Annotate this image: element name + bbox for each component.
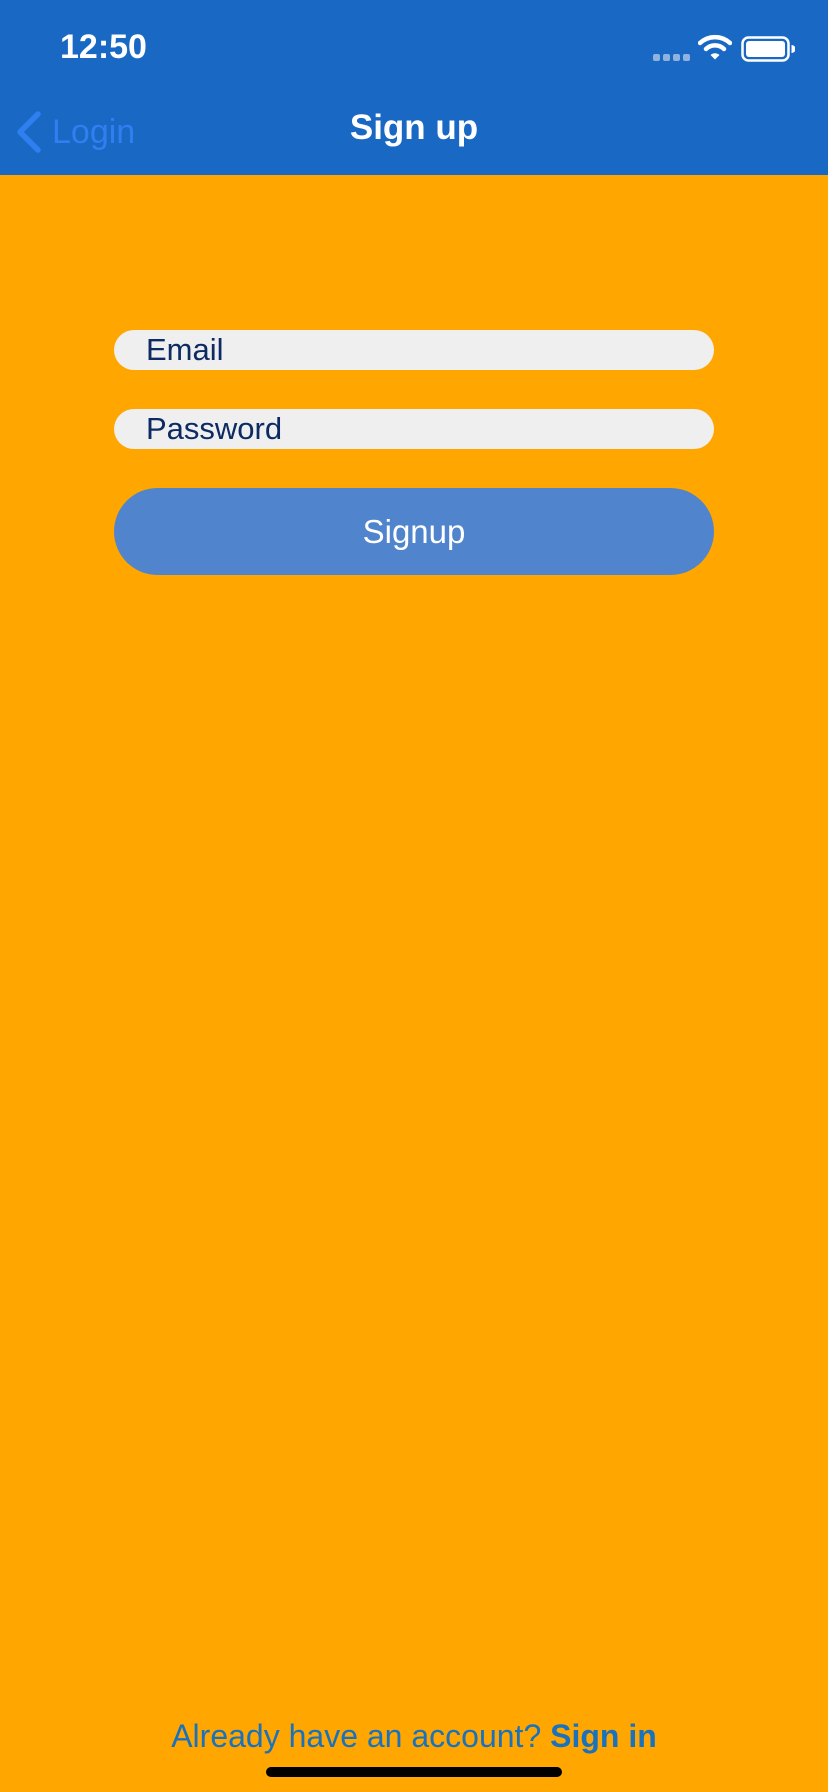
signup-button[interactable]: Signup bbox=[114, 488, 714, 575]
sign-in-link[interactable]: Sign in bbox=[550, 1718, 657, 1754]
signal-icon bbox=[653, 54, 690, 61]
page-title: Sign up bbox=[349, 108, 479, 147]
password-placeholder: Password bbox=[146, 411, 283, 446]
sign-in-prompt: Already have an account? Sign in bbox=[0, 1718, 828, 1755]
email-placeholder: Email bbox=[146, 332, 224, 367]
sign-in-prompt-text: Already have an account? bbox=[171, 1718, 551, 1754]
password-field[interactable]: Password bbox=[114, 409, 714, 449]
wifi-icon bbox=[698, 34, 732, 60]
status-time: 12:50 bbox=[60, 28, 147, 66]
home-indicator[interactable] bbox=[266, 1767, 562, 1777]
email-field[interactable]: Email bbox=[114, 330, 714, 370]
navigation-header: 12:50 Login Sign up bbox=[0, 0, 828, 175]
battery-icon bbox=[741, 36, 795, 62]
signup-button-label: Signup bbox=[362, 512, 466, 550]
